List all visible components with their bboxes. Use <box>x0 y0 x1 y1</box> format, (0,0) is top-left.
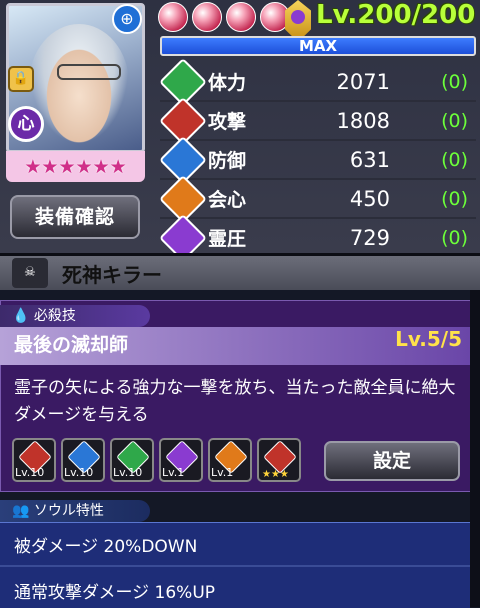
soul-trait-tag: 👥 ソウル特性 <box>0 500 150 522</box>
skull-icon: ☠ <box>12 258 48 288</box>
special-skill-tag: 💧 必殺技 <box>0 305 150 327</box>
stat-value: 450 <box>349 186 390 211</box>
stat-value: 2071 <box>336 69 390 94</box>
rarity-star-icon: ★ <box>109 155 127 178</box>
equip-check-button[interactable]: 装備確認 <box>10 195 140 239</box>
stat-row: 会心 450 (0) <box>158 174 476 223</box>
stat-label: 攻撃 <box>208 111 247 133</box>
soul-trait-item: 被ダメージ 20%DOWN <box>14 537 198 557</box>
rarity-star-icon: ★ <box>75 155 93 178</box>
attribute-badge: 心 <box>8 106 44 142</box>
rank-medal-gem <box>291 10 305 24</box>
character-face <box>29 24 129 144</box>
zoom-icon[interactable]: ⊕ <box>112 4 142 34</box>
skill-chip[interactable]: ★★★ <box>257 438 301 482</box>
chip-label: Lv.10 <box>64 466 94 479</box>
stat-row: 体力 2071 (0) <box>158 57 476 106</box>
stat-label: 防御 <box>208 150 247 172</box>
lock-icon[interactable]: 🔒 <box>8 66 34 92</box>
skill-chip[interactable]: Lv.1 <box>159 438 203 482</box>
glasses <box>57 64 121 80</box>
skill-chip[interactable]: Lv.1 <box>208 438 252 482</box>
stat-bonus: (0) <box>441 226 468 249</box>
stat-value: 631 <box>349 147 390 172</box>
rarity-stars: ★ ★ ★ ★ ★ ★ <box>6 151 145 182</box>
chip-label: Lv.10 <box>15 466 45 479</box>
chip-label: Lv.1 <box>211 466 234 479</box>
rarity-star-icon: ★ <box>92 155 110 178</box>
scrollbar-track[interactable] <box>470 290 480 607</box>
skill-chip[interactable]: Lv.10 <box>12 438 56 482</box>
stat-label: 体力 <box>208 72 247 94</box>
soul-trait-item: 通常攻撃ダメージ 16%UP <box>14 583 216 603</box>
special-skill-tag-label: 必殺技 <box>33 308 76 324</box>
set-button[interactable]: 設定 <box>324 441 460 481</box>
rarity-star-icon: ★ <box>41 155 59 178</box>
stat-row: 攻撃 1808 (0) <box>158 96 476 145</box>
stat-bonus: (0) <box>441 187 468 210</box>
stat-bonus: (0) <box>441 109 468 132</box>
rarity-star-icon: ★ <box>58 155 76 178</box>
stat-value: 729 <box>349 225 390 250</box>
skill-description: 霊子の矢による強力な一撃を放ち、当たった敵全員に絶大ダメージを与える <box>14 378 456 425</box>
skill-chip-list: Lv.10 Lv.10 Lv.10 Lv.1 Lv.1 ★★★ <box>12 438 301 482</box>
chip-label: Lv.10 <box>113 466 143 479</box>
level-orb-icon <box>226 2 256 32</box>
skill-name: 最後の滅却師 <box>14 334 129 356</box>
stats-list: 体力 2071 (0) 攻撃 1808 (0) 防御 631 (0) 会心 450 (0) 霊圧 729 (… <box>158 57 476 262</box>
skill-chip[interactable]: Lv.10 <box>61 438 105 482</box>
stat-row: 防御 631 (0) <box>158 135 476 184</box>
level-text: Lv.200/200 <box>316 0 476 30</box>
rarity-star-icon: ★ <box>24 155 42 178</box>
stat-bonus: (0) <box>441 148 468 171</box>
chip-label: Lv.1 <box>162 466 185 479</box>
stat-label: 会心 <box>208 189 247 211</box>
chip-label: ★★★ <box>262 469 289 480</box>
level-max-bar: MAX <box>160 36 476 56</box>
partial-header-text: 死神キラー <box>62 263 162 287</box>
skill-chip[interactable]: Lv.10 <box>110 438 154 482</box>
soul-trait-tag-label: ソウル特性 <box>33 503 104 519</box>
stat-bonus: (0) <box>441 70 468 93</box>
stat-label: 霊圧 <box>208 228 247 250</box>
skill-level: Lv.5/5 <box>395 327 462 351</box>
level-orb-icon <box>158 2 188 32</box>
level-orbs <box>158 2 290 32</box>
level-orb-icon <box>192 2 222 32</box>
soul-trait-divider <box>0 565 470 567</box>
stat-value: 1808 <box>336 108 390 133</box>
